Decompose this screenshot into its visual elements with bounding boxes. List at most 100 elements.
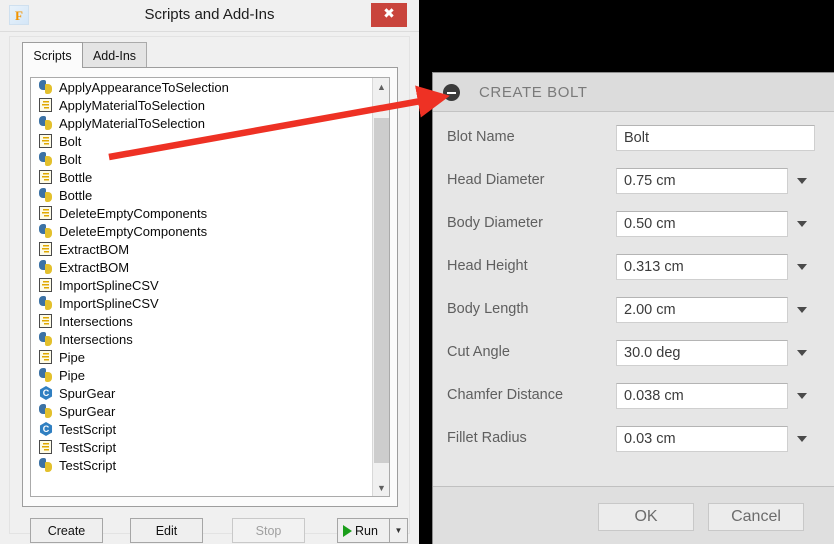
field-row: Body Length 2.00 cm	[433, 297, 834, 323]
ok-button[interactable]: OK	[598, 503, 694, 531]
list-item-label: SpurGear	[59, 403, 116, 419]
python-icon	[39, 224, 53, 238]
jscript-icon	[39, 98, 52, 112]
python-icon	[39, 80, 53, 94]
field-row: Chamfer Distance 0.038 cm	[433, 383, 834, 409]
field-input[interactable]: Bolt	[616, 125, 815, 151]
list-item-label: DeleteEmptyComponents	[59, 205, 208, 221]
list-item-label: ApplyMaterialToSelection	[59, 97, 205, 113]
list-item[interactable]: ImportSplineCSV	[31, 276, 372, 294]
list-item-label: Bolt	[59, 151, 82, 167]
window-titlebar: F Scripts and Add-Ins ✖	[0, 0, 419, 32]
scrollbar-thumb[interactable]	[374, 118, 389, 463]
scroll-up-icon[interactable]: ▲	[373, 78, 389, 95]
field-label: Body Length	[447, 301, 529, 317]
list-item[interactable]: Pipe	[31, 348, 372, 366]
list-item-label: Intersections	[59, 331, 133, 347]
stop-button: Stop	[232, 518, 305, 543]
run-dropdown-button[interactable]: ▼	[390, 518, 408, 543]
list-item-label: Pipe	[59, 349, 86, 365]
create-button[interactable]: Create	[30, 518, 103, 543]
field-label: Body Diameter	[447, 215, 543, 231]
play-icon	[343, 524, 352, 537]
field-row: Body Diameter 0.50 cm	[433, 211, 834, 237]
list-item-label: Bolt	[59, 133, 82, 149]
jscript-icon	[39, 440, 52, 454]
field-input[interactable]: 30.0 deg	[616, 340, 788, 366]
list-item[interactable]: SpurGear	[31, 384, 372, 402]
jscript-icon	[39, 242, 52, 256]
run-button[interactable]: Run	[337, 518, 390, 543]
list-item-label: Bottle	[59, 169, 93, 185]
collapse-icon[interactable]	[443, 84, 460, 101]
list-item[interactable]: Pipe	[31, 366, 372, 384]
list-item[interactable]: SpurGear	[31, 402, 372, 420]
python-icon	[39, 332, 53, 346]
list-item-label: Pipe	[59, 367, 86, 383]
list-item[interactable]: ExtractBOM	[31, 240, 372, 258]
jscript-icon	[39, 314, 52, 328]
python-icon	[39, 404, 53, 418]
list-item[interactable]: ImportSplineCSV	[31, 294, 372, 312]
minus-glyph	[447, 91, 456, 94]
cpp-icon	[39, 422, 53, 436]
list-item-label: ImportSplineCSV	[59, 295, 159, 311]
field-input[interactable]: 0.50 cm	[616, 211, 788, 237]
list-item[interactable]: ApplyMaterialToSelection	[31, 96, 372, 114]
edit-button[interactable]: Edit	[130, 518, 203, 543]
list-item[interactable]: TestScript	[31, 420, 372, 438]
field-row: Cut Angle 30.0 deg	[433, 340, 834, 366]
list-item[interactable]: ExtractBOM	[31, 258, 372, 276]
field-label: Cut Angle	[447, 344, 510, 360]
list-item[interactable]: DeleteEmptyComponents	[31, 204, 372, 222]
chevron-down-icon[interactable]	[797, 178, 807, 184]
tabstrip: Scripts Add-Ins	[22, 42, 398, 68]
list-scrollbar[interactable]: ▲ ▼	[372, 78, 389, 496]
field-input[interactable]: 0.75 cm	[616, 168, 788, 194]
tab-addins[interactable]: Add-Ins	[82, 42, 147, 68]
field-input[interactable]: 2.00 cm	[616, 297, 788, 323]
close-button[interactable]: ✖	[371, 3, 407, 27]
chevron-down-icon[interactable]	[797, 350, 807, 356]
list-item[interactable]: Bottle	[31, 186, 372, 204]
jscript-icon	[39, 170, 52, 184]
tab-scripts[interactable]: Scripts	[22, 42, 83, 68]
list-item[interactable]: Bolt	[31, 132, 372, 150]
field-input[interactable]: 0.03 cm	[616, 426, 788, 452]
create-bolt-header: CREATE BOLT	[433, 73, 834, 112]
list-item-label: ImportSplineCSV	[59, 277, 159, 293]
list-item[interactable]: ApplyAppearanceToSelection	[31, 78, 372, 96]
list-item[interactable]: TestScript	[31, 438, 372, 456]
list-item-label: ExtractBOM	[59, 241, 130, 257]
action-button-row: Create Edit Stop Run ▼	[30, 518, 408, 543]
chevron-down-icon[interactable]	[797, 221, 807, 227]
jscript-icon	[39, 350, 52, 364]
python-icon	[39, 458, 53, 472]
list-item[interactable]: ApplyMaterialToSelection	[31, 114, 372, 132]
list-item-label: Intersections	[59, 313, 133, 329]
scroll-down-icon[interactable]: ▼	[373, 479, 389, 496]
jscript-icon	[39, 278, 52, 292]
field-label: Head Height	[447, 258, 528, 274]
list-item[interactable]: Bottle	[31, 168, 372, 186]
list-item-label: DeleteEmptyComponents	[59, 223, 208, 239]
field-label: Head Diameter	[447, 172, 545, 188]
field-input[interactable]: 0.038 cm	[616, 383, 788, 409]
list-item[interactable]: Intersections	[31, 312, 372, 330]
chevron-down-icon[interactable]	[797, 307, 807, 313]
list-item-label: SpurGear	[59, 385, 116, 401]
tab-panel-seam	[23, 67, 82, 69]
python-icon	[39, 188, 53, 202]
list-item[interactable]: Intersections	[31, 330, 372, 348]
cancel-button[interactable]: Cancel	[708, 503, 804, 531]
list-item-label: TestScript	[59, 439, 117, 455]
chevron-down-icon[interactable]	[797, 264, 807, 270]
list-item[interactable]: TestScript	[31, 456, 372, 474]
chevron-down-icon[interactable]	[797, 393, 807, 399]
chevron-down-icon[interactable]	[797, 436, 807, 442]
field-input[interactable]: 0.313 cm	[616, 254, 788, 280]
screenshot-root: CREATE BOLT Blot Name Bolt Head Diameter 0.…	[0, 0, 834, 544]
script-listbox[interactable]: ApplyAppearanceToSelection ApplyMaterialT…	[30, 77, 390, 497]
list-item[interactable]: DeleteEmptyComponents	[31, 222, 372, 240]
list-item[interactable]: Bolt	[31, 150, 372, 168]
